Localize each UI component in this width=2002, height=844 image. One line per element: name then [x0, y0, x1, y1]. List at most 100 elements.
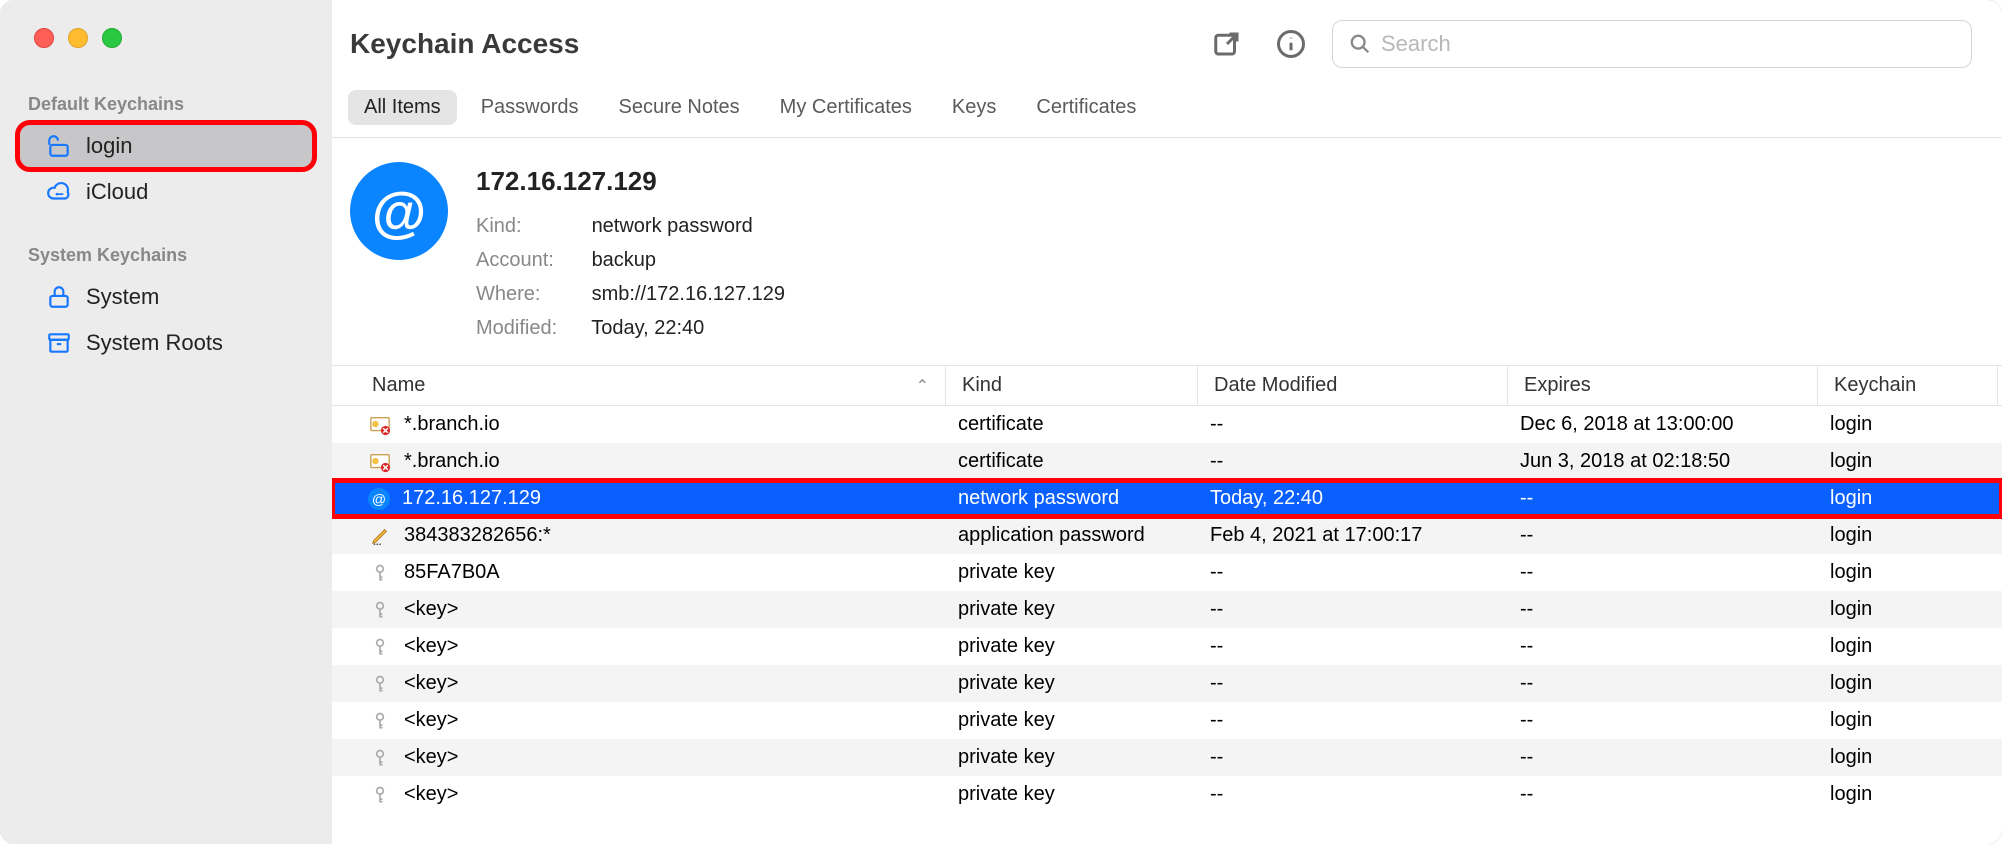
row-kind: private key: [942, 779, 1194, 810]
detail-modified: Today, 22:40: [591, 317, 704, 339]
table-row[interactable]: 85FA7B0Aprivate key----login: [332, 554, 2002, 591]
row-name: 85FA7B0A: [404, 561, 500, 584]
row-kind: application password: [942, 520, 1194, 551]
row-name: <key>: [404, 783, 458, 806]
row-kind: certificate: [942, 409, 1194, 440]
row-expires: --: [1504, 483, 1814, 514]
tab-passwords[interactable]: Passwords: [465, 90, 595, 125]
row-keychain: login: [1814, 668, 1994, 699]
row-name: *.branch.io: [404, 413, 500, 436]
info-icon[interactable]: [1268, 21, 1314, 67]
key-icon: [368, 561, 392, 585]
table-row[interactable]: *.branch.iocertificate--Dec 6, 2018 at 1…: [332, 406, 2002, 443]
table-row[interactable]: <key>private key----login: [332, 776, 2002, 813]
table-row[interactable]: <key>private key----login: [332, 739, 2002, 776]
col-keychain[interactable]: Keychain: [1818, 366, 1998, 405]
row-expires: Jun 3, 2018 at 02:18:50: [1504, 446, 1814, 477]
search-field-container: [1332, 20, 1972, 68]
row-kind: private key: [942, 668, 1194, 699]
col-expires[interactable]: Expires: [1508, 366, 1818, 405]
row-keychain: login: [1814, 742, 1994, 773]
items-table: *.branch.iocertificate--Dec 6, 2018 at 1…: [332, 406, 2002, 813]
sidebar-item-label: System: [86, 284, 159, 310]
tab-keys[interactable]: Keys: [936, 90, 1012, 125]
row-keychain: login: [1814, 483, 1994, 514]
col-date[interactable]: Date Modified: [1198, 366, 1508, 405]
row-date: --: [1194, 557, 1504, 588]
key-icon: [368, 709, 392, 733]
row-date: --: [1194, 631, 1504, 662]
tab-certificates[interactable]: Certificates: [1020, 90, 1152, 125]
window-title: Keychain Access: [350, 28, 1186, 60]
row-expires: --: [1504, 742, 1814, 773]
tab-all-items[interactable]: All Items: [348, 90, 457, 125]
item-detail-info: 172.16.127.129 Kind: network password Ac…: [476, 162, 785, 345]
search-input[interactable]: [1381, 31, 1955, 57]
key-icon: [368, 783, 392, 807]
table-row[interactable]: @172.16.127.129network passwordToday, 22…: [332, 480, 2002, 517]
row-kind: private key: [942, 557, 1194, 588]
compose-icon[interactable]: [1204, 21, 1250, 67]
sidebar-item-icloud[interactable]: iCloud: [18, 169, 314, 215]
row-keychain: login: [1814, 779, 1994, 810]
row-date: --: [1194, 779, 1504, 810]
row-keychain: login: [1814, 594, 1994, 625]
row-date: --: [1194, 446, 1504, 477]
row-keychain: login: [1814, 409, 1994, 440]
sidebar-item-label: iCloud: [86, 179, 148, 205]
row-expires: --: [1504, 520, 1814, 551]
minimize-window-button[interactable]: [68, 28, 88, 48]
app-window: Default Keychains login iCloud System Key…: [0, 0, 2002, 844]
row-date: --: [1194, 594, 1504, 625]
key-icon: [368, 635, 392, 659]
sidebar-item-system[interactable]: System: [18, 274, 314, 320]
detail-account: backup: [592, 249, 657, 271]
pencil-icon: [368, 524, 392, 548]
lock-open-icon: [46, 133, 72, 159]
tab-secure-notes[interactable]: Secure Notes: [603, 90, 756, 125]
row-date: Today, 22:40: [1194, 483, 1504, 514]
table-row[interactable]: <key>private key----login: [332, 665, 2002, 702]
row-kind: certificate: [942, 446, 1194, 477]
table-row[interactable]: 384383282656:*application passwordFeb 4,…: [332, 517, 2002, 554]
row-expires: Dec 6, 2018 at 13:00:00: [1504, 409, 1814, 440]
zoom-window-button[interactable]: [102, 28, 122, 48]
item-detail-pane: @ 172.16.127.129 Kind: network password …: [332, 138, 2002, 365]
tab-my-certificates[interactable]: My Certificates: [764, 90, 928, 125]
row-expires: --: [1504, 779, 1814, 810]
row-name: <key>: [404, 635, 458, 658]
close-window-button[interactable]: [34, 28, 54, 48]
detail-title: 172.16.127.129: [476, 166, 785, 197]
key-icon: [368, 598, 392, 622]
table-row[interactable]: <key>private key----login: [332, 628, 2002, 665]
archive-icon: [46, 330, 72, 356]
row-name: <key>: [404, 672, 458, 695]
sidebar-section-system: System Keychains: [0, 235, 332, 274]
sidebar-item-label: System Roots: [86, 330, 223, 356]
toolbar: Keychain Access: [332, 0, 2002, 84]
certificate-error-icon: [368, 450, 392, 474]
key-icon: [368, 746, 392, 770]
row-name: 172.16.127.129: [402, 487, 541, 510]
window-controls: [0, 28, 332, 48]
table-row[interactable]: <key>private key----login: [332, 702, 2002, 739]
row-kind: private key: [942, 705, 1194, 736]
row-keychain: login: [1814, 446, 1994, 477]
row-kind: private key: [942, 742, 1194, 773]
col-name[interactable]: Name: [336, 366, 946, 405]
row-name: <key>: [404, 598, 458, 621]
sidebar-section-default: Default Keychains: [0, 84, 332, 123]
table-row[interactable]: *.branch.iocertificate--Jun 3, 2018 at 0…: [332, 443, 2002, 480]
sidebar-item-label: login: [86, 133, 132, 159]
sidebar-item-login[interactable]: login: [18, 123, 314, 169]
row-keychain: login: [1814, 557, 1994, 588]
table-row[interactable]: <key>private key----login: [332, 591, 2002, 628]
row-expires: --: [1504, 594, 1814, 625]
row-name: 384383282656:*: [404, 524, 551, 547]
col-kind[interactable]: Kind: [946, 366, 1198, 405]
category-tabs: All ItemsPasswordsSecure NotesMy Certifi…: [332, 84, 2002, 138]
row-expires: --: [1504, 557, 1814, 588]
row-kind: private key: [942, 594, 1194, 625]
row-keychain: login: [1814, 520, 1994, 551]
sidebar-item-system-roots[interactable]: System Roots: [18, 320, 314, 366]
